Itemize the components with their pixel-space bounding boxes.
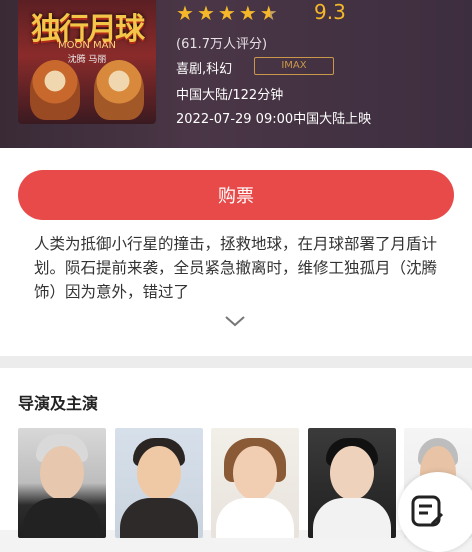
star-icon: ★ [217,1,236,25]
astronaut-figure [30,60,80,120]
face [233,446,277,500]
cast-section-title: 导演及主演 [18,394,99,413]
astronaut-figure [94,60,144,120]
movie-poster[interactable]: 独行月球 MOON MAN 沈腾 马丽 [18,0,156,124]
body [120,498,198,538]
edit-note-icon [411,495,444,527]
body [313,498,391,538]
body [23,498,101,538]
buy-ticket-button[interactable]: 购票 [18,170,454,220]
star-rating: ★ ★ ★ ★ ★ [176,2,278,24]
rating-score: 9.3 [314,0,346,24]
main-panel: 购票 人类为抵御小行星的撞击，拯救地球，在月球部署了月盾计划。陨石提前来袭，全员… [0,148,472,356]
rating-count: (61.7万人评分) [176,37,268,52]
imax-badge: IMAX [254,57,334,75]
star-icon: ★ [176,1,194,25]
section-divider [0,356,472,368]
face [137,446,181,500]
cast-photo[interactable] [211,428,299,538]
face [40,446,84,500]
comment-fab[interactable] [398,472,472,552]
chevron-down-icon[interactable] [224,314,246,328]
movie-header: 独行月球 MOON MAN 沈腾 马丽 ★ ★ ★ ★ ★ 9.3 (61.7万… [0,0,472,148]
release-date: 2022-07-29 09:00中国大陆上映 [176,112,372,127]
star-icon: ★ [238,1,257,25]
genre-text: 喜剧,科幻 [176,62,233,77]
half-star-icon: ★ [259,1,278,25]
poster-cast: 沈腾 马丽 [67,55,107,65]
face [330,446,374,500]
cast-photo[interactable] [115,428,203,538]
country-duration: 中国大陆/122分钟 [176,88,284,103]
cast-photo[interactable] [18,428,106,538]
cast-photo[interactable] [308,428,396,538]
poster-subtitle: MOON MAN [58,40,116,51]
star-icon: ★ [196,1,215,25]
synopsis-text[interactable]: 人类为抵御小行星的撞击，拯救地球，在月球部署了月盾计划。陨石提前来袭，全员紧急撤… [34,232,442,304]
body [216,498,294,538]
